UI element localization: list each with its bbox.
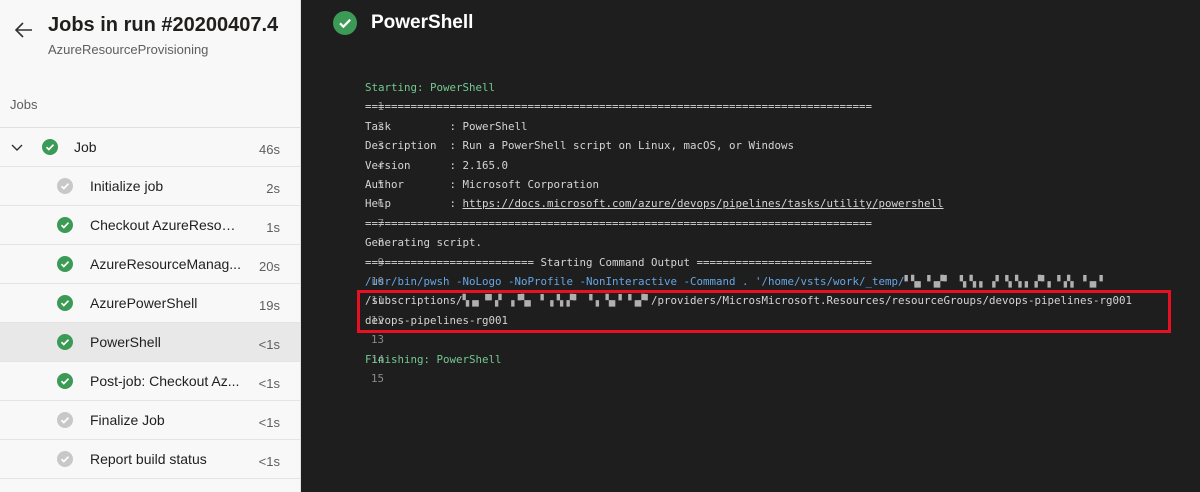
- step-row[interactable]: AzurePowerShell 19s: [0, 284, 300, 323]
- log-line: 10 ========================== Starting C…: [321, 253, 872, 288]
- step-row[interactable]: Finalize Job <1s: [0, 401, 300, 440]
- step-duration: <1s: [258, 415, 280, 430]
- log-line: 1 Starting: PowerShell: [321, 78, 495, 113]
- log-title: PowerShell: [371, 12, 474, 33]
- success-check-icon: [333, 11, 357, 35]
- help-link[interactable]: https://docs.microsoft.com/azure/devops/…: [463, 197, 944, 210]
- back-arrow-icon[interactable]: [12, 18, 36, 42]
- log-line: 6 Author : Microsoft Corporation: [321, 175, 599, 210]
- step-name: Report build status: [90, 451, 207, 467]
- step-row[interactable]: Initialize job 2s: [0, 167, 300, 206]
- log-line: 14: [321, 330, 384, 366]
- log-line: 4 Description : Run a PowerShell script …: [321, 136, 794, 171]
- step-row[interactable]: Checkout AzureResourc... 1s: [0, 206, 300, 245]
- line-text: Description : Run a PowerShell script on…: [365, 139, 795, 153]
- line-text: ========================================…: [365, 100, 873, 114]
- step-duration: 20s: [259, 259, 280, 274]
- step-row[interactable]: AzureResourceManag... 20s: [0, 245, 300, 284]
- step-name: Finalize Job: [90, 412, 165, 428]
- job-name: Job: [74, 139, 97, 155]
- log-line: 11 /usr/bin/pwsh -NoLogo -NoProfile -Non…: [321, 272, 1106, 307]
- step-duration: 1s: [266, 220, 280, 235]
- line-text: /usr/bin/pwsh -NoLogo -NoProfile -NonInt…: [365, 275, 905, 288]
- log-line: 8 ======================================…: [321, 214, 872, 249]
- line-text: ========================== Starting Comm…: [365, 255, 873, 269]
- step-duration: 2s: [266, 181, 280, 196]
- line-text: Finishing: PowerShell: [365, 352, 502, 366]
- line-number: 15: [371, 372, 385, 385]
- step-name: Checkout AzureResourc...: [90, 217, 242, 233]
- job-row[interactable]: Job 46s: [0, 128, 300, 167]
- log-line: 9 Generating script.: [321, 233, 482, 268]
- step-row[interactable]: Report build status <1s: [0, 440, 300, 479]
- step-duration: <1s: [258, 376, 280, 391]
- log-panel: PowerShell 1 Starting: PowerShell 2 ====…: [301, 0, 1200, 492]
- step-duration: <1s: [258, 454, 280, 469]
- jobs-sidebar: Jobs in run #20200407.4 AzureResourcePro…: [0, 0, 301, 492]
- line-text: Task : PowerShell: [365, 119, 528, 133]
- line-text: Generating script.: [365, 236, 483, 250]
- step-name: AzurePowerShell: [90, 295, 198, 311]
- line-text: ========================================…: [365, 216, 873, 230]
- step-duration: <1s: [258, 337, 280, 352]
- success-check-icon: [57, 256, 73, 272]
- line-text: Version : 2.165.0: [365, 158, 509, 172]
- success-check-icon: [57, 373, 73, 389]
- job-duration: 46s: [259, 142, 280, 157]
- log-line: 15 Finishing: PowerShell: [321, 350, 502, 385]
- success-check-icon: [57, 217, 73, 233]
- line-text: Author : Microsoft Corporation: [365, 178, 600, 191]
- run-title: Jobs in run #20200407.4: [48, 14, 279, 36]
- pipeline-name: AzureResourceProvisioning: [48, 42, 209, 57]
- log-line: 2 ======================================…: [321, 97, 872, 132]
- step-row-selected[interactable]: PowerShell <1s: [0, 323, 300, 362]
- success-check-icon: [42, 139, 58, 155]
- log-line: 3 Task : PowerShell: [321, 117, 528, 152]
- step-name: PowerShell: [90, 334, 161, 350]
- step-duration: 19s: [259, 298, 280, 313]
- chevron-down-icon[interactable]: [10, 140, 24, 154]
- success-check-icon: [57, 295, 73, 311]
- step-row[interactable]: Post-job: Checkout Az... <1s: [0, 362, 300, 401]
- jobs-section-label: Jobs: [10, 97, 38, 112]
- step-name: Initialize job: [90, 178, 164, 194]
- log-line: 5 Version : 2.165.0: [321, 156, 508, 191]
- highlight-box: [357, 290, 1171, 333]
- redacted-text: ▘▚▖▝▗▞▘ ▝▖▚▗ ▗▘▝▖▚▗ ▞▘▖▝▗▚ ▝▗▖▘: [904, 275, 1107, 288]
- line-text: Starting: PowerShell: [365, 81, 496, 94]
- step-name: AzureResourceManag...: [90, 256, 241, 272]
- skipped-check-icon: [57, 412, 73, 428]
- log-line: 7 Help : https://docs.microsoft.com/azur…: [321, 194, 944, 229]
- success-check-icon: [57, 334, 73, 350]
- skipped-check-icon: [57, 451, 73, 467]
- skipped-check-icon: [57, 178, 73, 194]
- step-name: Post-job: Checkout Az...: [90, 373, 240, 389]
- line-text: Help :: [365, 197, 463, 211]
